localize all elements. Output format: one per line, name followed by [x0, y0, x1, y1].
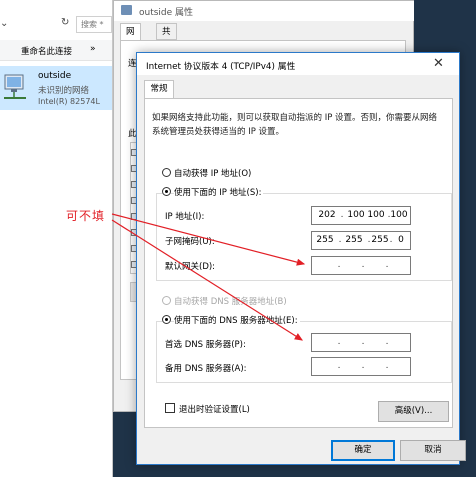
adapter-status: 未识别的网络	[38, 86, 90, 96]
octet-dot: .	[338, 235, 342, 245]
network-adapter-icon	[4, 74, 26, 99]
ipv4-titlebar: Internet 协议版本 4 (TCP/IPv4) 属性 ✕	[137, 53, 459, 75]
octet-dot: .	[361, 337, 365, 347]
octet-dot: .	[385, 337, 389, 347]
octet-dot: .	[340, 210, 344, 220]
subnet-mask-label: 子网掩码(U):	[165, 237, 215, 247]
tab-general[interactable]: 常规	[144, 80, 174, 99]
ip-octet: 202	[318, 210, 336, 220]
ipv4-title: Internet 协议版本 4 (TCP/IPv4) 属性	[146, 62, 296, 72]
radio-auto-dns[interactable]	[162, 296, 171, 305]
properties-title: outside 属性	[139, 8, 194, 18]
cancel-button[interactable]: 取消	[400, 440, 466, 461]
ipv4-intro: 如果网络支持此功能，则可以获取自动指派的 IP 设置。否则，你需要从网络系统管理…	[152, 113, 438, 137]
radio-manual-ip[interactable]	[162, 187, 171, 196]
refresh-icon[interactable]: ↻	[61, 17, 69, 28]
octet-dot: .	[361, 361, 365, 371]
mask-octet: 255	[345, 235, 363, 245]
mask-octet: 0	[398, 235, 404, 245]
adapter-item-outside[interactable]: outside 未识别的网络 Intel(R) 82574L	[0, 66, 112, 110]
properties-titlebar: outside 属性	[114, 1, 414, 21]
octet-dot: .	[337, 260, 341, 270]
subnet-mask-field[interactable]: 255 . 255 . 255 . 0	[311, 231, 411, 250]
preferred-dns-label: 首选 DNS 服务器(P):	[165, 340, 246, 350]
ip-octet: 100	[367, 210, 385, 220]
ip-octet: 100	[347, 210, 365, 220]
alternate-dns-field[interactable]: . . .	[311, 357, 411, 376]
auto-dns-label: 自动获得 DNS 服务器地址(B)	[174, 297, 287, 307]
annotation-optional: 可不填	[66, 209, 106, 223]
radio-auto-ip[interactable]	[162, 168, 171, 177]
search-input[interactable]: 搜索 *	[76, 16, 112, 33]
rename-connection-button[interactable]: 重命名此连接	[21, 45, 72, 57]
validate-on-exit-label: 退出时验证设置(L)	[179, 405, 250, 415]
ok-button[interactable]: 确定	[331, 440, 395, 461]
manual-dns-label: 使用下面的 DNS 服务器地址(E):	[174, 314, 300, 326]
gateway-field[interactable]: . . .	[311, 256, 411, 275]
command-bar: 重命名此连接 »	[0, 40, 112, 61]
alternate-dns-label: 备用 DNS 服务器(A):	[165, 364, 247, 374]
octet-dot: .	[385, 260, 389, 270]
close-icon[interactable]: ✕	[433, 56, 444, 71]
mask-octet: 255	[371, 235, 389, 245]
ip-octet: 100	[390, 210, 408, 220]
octet-dot: .	[361, 260, 365, 270]
network-icon	[121, 5, 132, 15]
chevron-down-icon[interactable]: ⌄	[0, 18, 8, 29]
mask-octet: 255	[316, 235, 334, 245]
tab-sharing[interactable]: 共享	[156, 23, 177, 53]
adapter-device: Intel(R) 82574L	[38, 97, 100, 106]
manual-ip-label: 使用下面的 IP 地址(S):	[174, 186, 264, 198]
network-connections-window: ⌄ ↻ 搜索 * 重命名此连接 » outside 未识别的网络 Intel(R…	[0, 0, 113, 477]
ip-address-field[interactable]: 202 . 100 . 100 . 100	[311, 206, 411, 225]
adapter-name: outside	[38, 71, 72, 81]
ip-address-label: IP 地址(I):	[165, 212, 205, 222]
octet-dot: .	[385, 361, 389, 371]
validate-on-exit-checkbox[interactable]	[165, 403, 175, 413]
radio-manual-dns[interactable]	[162, 315, 171, 324]
preferred-dns-field[interactable]: . . .	[311, 333, 411, 352]
gateway-label: 默认网关(D):	[165, 262, 216, 272]
octet-dot: .	[337, 361, 341, 371]
advanced-button[interactable]: 高级(V)...	[378, 401, 449, 422]
more-commands-button[interactable]: »	[90, 44, 96, 54]
auto-ip-label: 自动获得 IP 地址(O)	[174, 169, 252, 179]
octet-dot: .	[337, 337, 341, 347]
